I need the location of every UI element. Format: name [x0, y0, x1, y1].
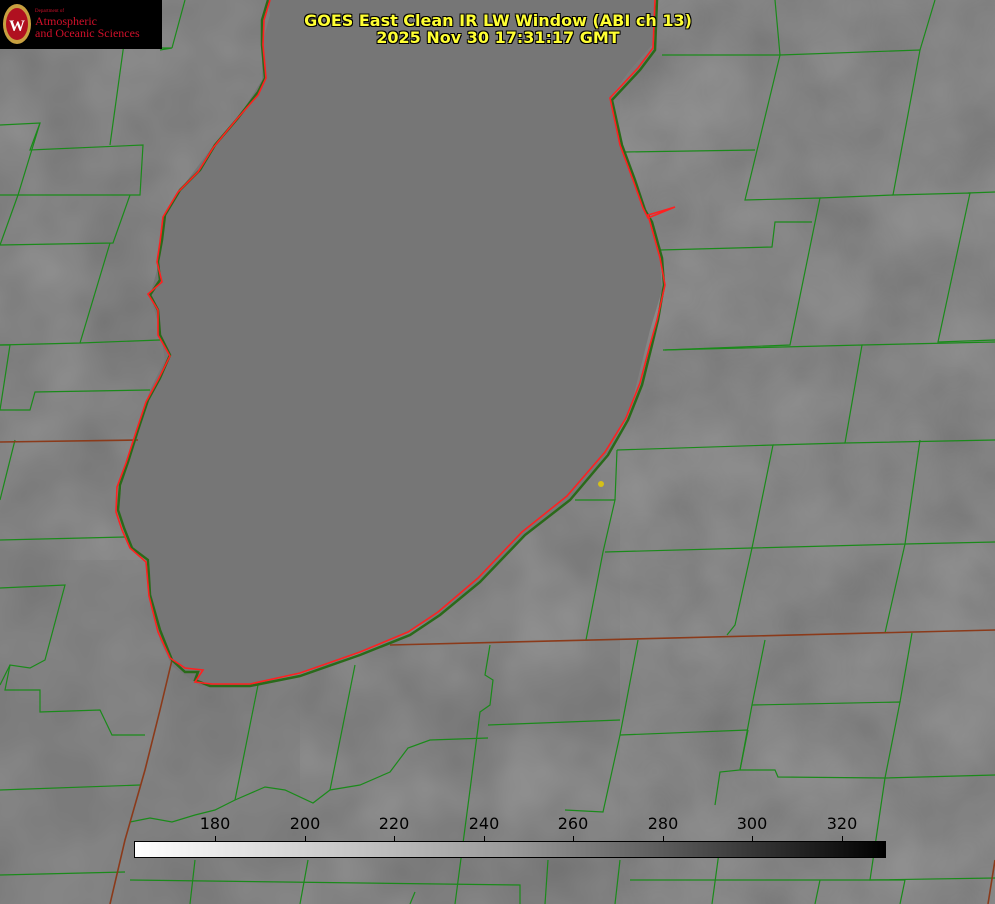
colorbar-tick-label: 300 — [736, 814, 768, 833]
uw-crest-icon: W — [3, 4, 31, 44]
colorbar-tick — [663, 836, 664, 841]
colorbar-tick — [305, 836, 306, 841]
temperature-colorbar — [134, 841, 886, 858]
title-timestamp: 2025 Nov 30 17:31:17 GMT — [376, 28, 620, 47]
colorbar-tick-label: 200 — [289, 814, 321, 833]
colorbar-tick-label: 180 — [199, 814, 231, 833]
colorbar-tick — [215, 836, 216, 841]
logo-name-line2: and Oceanic Sciences — [35, 26, 140, 40]
colorbar-tick-label: 220 — [378, 814, 410, 833]
colorbar-tick — [573, 836, 574, 841]
location-marker — [598, 481, 604, 487]
colorbar-tick-label: 280 — [647, 814, 679, 833]
colorbar-tick-label: 240 — [468, 814, 500, 833]
colorbar-tick — [484, 836, 485, 841]
crest-letter: W — [9, 18, 25, 35]
colorbar-tick — [752, 836, 753, 841]
satellite-image-map — [0, 0, 995, 904]
image-title: GOES East Clean IR LW Window (ABI ch 13)… — [300, 12, 696, 46]
title-product: GOES East Clean IR LW Window (ABI ch 13) — [304, 11, 692, 30]
colorbar-tick — [394, 836, 395, 841]
colorbar-tick — [842, 836, 843, 841]
satellite-viewer: W Department of Atmospheric and Oceanic … — [0, 0, 995, 904]
darker-cloud-texture-east — [620, 0, 995, 904]
aos-logo: W Department of Atmospheric and Oceanic … — [0, 0, 162, 49]
colorbar-tick-label: 320 — [826, 814, 858, 833]
colorbar-tick-label: 260 — [557, 814, 589, 833]
